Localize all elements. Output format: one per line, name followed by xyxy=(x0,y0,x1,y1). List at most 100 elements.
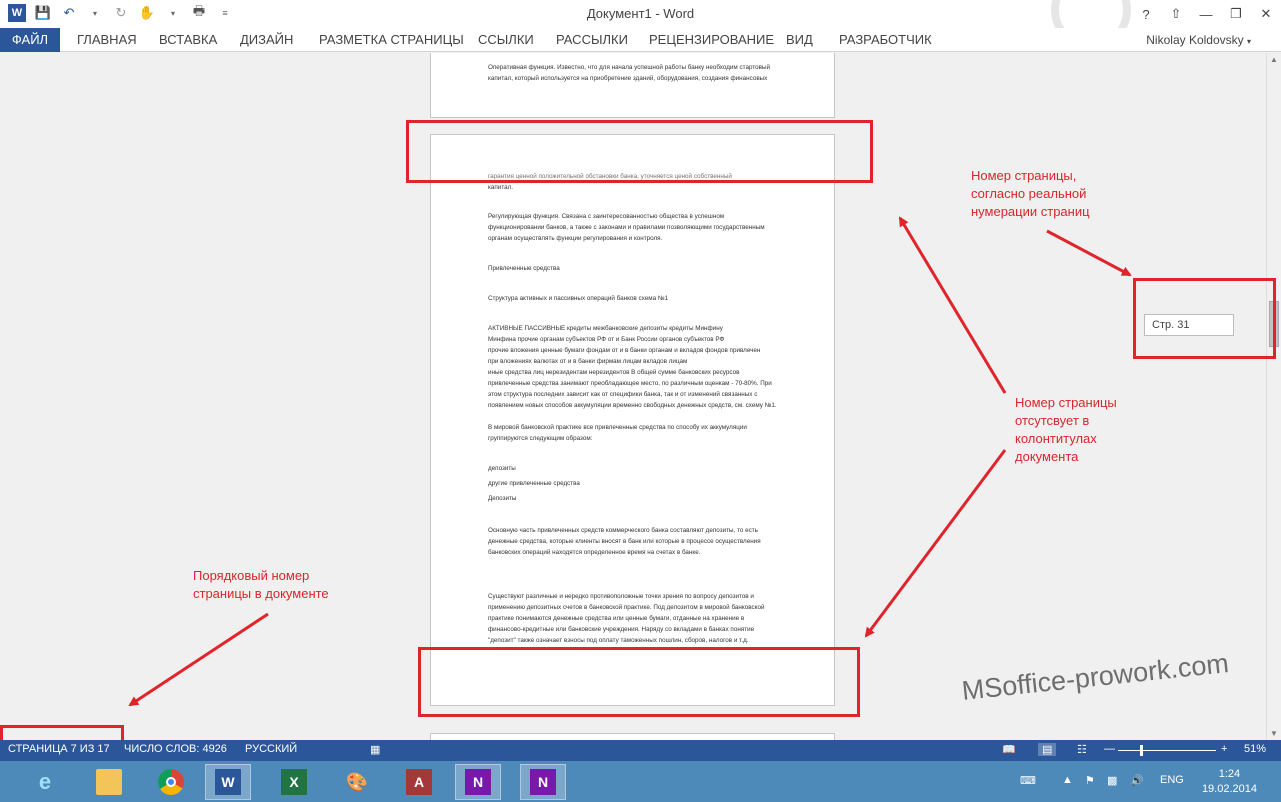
footer-highlight-box xyxy=(418,647,860,717)
tab-references[interactable]: ССЫЛКИ xyxy=(478,28,534,52)
taskbar-excel[interactable]: X xyxy=(271,764,317,800)
restore-button[interactable]: ❐ xyxy=(1221,0,1251,28)
input-language[interactable]: ENG xyxy=(1160,774,1184,786)
paragraph: Оперативная функция. Известно, что для н… xyxy=(488,62,808,84)
page-current[interactable]: гарантия ценной положительной обстановки… xyxy=(430,134,835,706)
user-account[interactable]: Nikolay Koldovsky ▾ xyxy=(1146,33,1251,47)
access-icon: A xyxy=(406,769,432,795)
text-line: Минфина прочие органам субъектов РФ от и… xyxy=(488,336,725,343)
chrome-center-icon xyxy=(166,777,176,787)
note-line: нумерации страниц xyxy=(971,204,1090,219)
network-icon[interactable]: ▩ xyxy=(1107,774,1117,787)
tab-insert[interactable]: ВСТАВКА xyxy=(159,28,217,52)
text-line: другие привлеченные средства xyxy=(488,480,580,487)
text-line: группируются следующим образом: xyxy=(488,435,593,442)
note-line: колонтитулах xyxy=(1015,431,1097,446)
ribbon-tabs: ФАЙЛ ГЛАВНАЯ ВСТАВКА ДИЗАЙН РАЗМЕТКА СТР… xyxy=(0,28,1281,52)
tab-mailings[interactable]: РАССЫЛКИ xyxy=(556,28,628,52)
file-explorer-icon xyxy=(96,769,122,795)
text-line: Оперативная функция. Известно, что для н… xyxy=(488,64,771,71)
scroll-down-icon[interactable]: ▼ xyxy=(1270,729,1278,738)
zoom-in-icon[interactable]: + xyxy=(1221,743,1227,755)
taskbar-onenote-clipper[interactable]: N xyxy=(520,764,566,800)
page-next[interactable] xyxy=(430,733,835,740)
text-line: финансово-кредитные или банковские учреж… xyxy=(488,626,755,633)
zoom-slider-thumb[interactable] xyxy=(1140,745,1143,756)
paragraph: АКТИВНЫЕ ПАССИВНЫЕ кредиты межбанковские… xyxy=(488,323,808,411)
help-button[interactable]: ? xyxy=(1131,0,1161,28)
header-highlight-box xyxy=(406,120,873,183)
action-center-icon[interactable]: ⚑ xyxy=(1085,774,1095,787)
text-line: функционировании банков, а также с закон… xyxy=(488,224,765,231)
status-language[interactable]: РУССКИЙ xyxy=(245,743,297,755)
taskbar-access[interactable]: A xyxy=(396,764,442,800)
page-previous[interactable]: Оперативная функция. Известно, что для н… xyxy=(430,53,835,118)
text-line: органам осуществлять функции регулирован… xyxy=(488,235,663,242)
minimize-button[interactable]: — xyxy=(1191,0,1221,28)
tab-file[interactable]: ФАЙЛ xyxy=(0,28,60,52)
onenote-icon: N xyxy=(465,769,491,795)
keyboard-icon[interactable]: ⌨ xyxy=(1020,774,1036,787)
clock-time: 1:24 xyxy=(1218,768,1241,780)
note-line: Номер страницы xyxy=(1015,395,1117,410)
status-word-count[interactable]: ЧИСЛО СЛОВ: 4926 xyxy=(124,743,227,755)
paragraph: Привлеченные средства xyxy=(488,263,808,274)
text-line: иные средства лиц нерезидентам нерезиден… xyxy=(488,369,740,376)
tooltip-highlight-box xyxy=(1133,278,1276,359)
text-line: денежные средства, которые клиенты внося… xyxy=(488,538,761,545)
system-clock[interactable]: 1:24 19.02.2014 xyxy=(1202,767,1257,797)
note-line: согласно реальной xyxy=(971,186,1087,201)
tab-design[interactable]: ДИЗАЙН xyxy=(240,28,293,52)
taskbar-explorer[interactable] xyxy=(86,764,132,800)
taskbar-onenote[interactable]: N xyxy=(455,764,501,800)
user-dropdown-icon: ▾ xyxy=(1246,37,1251,46)
volume-icon[interactable]: 🔊 xyxy=(1130,774,1144,787)
print-layout-icon[interactable]: ▤ xyxy=(1038,743,1057,756)
zoom-slider[interactable] xyxy=(1118,750,1216,751)
macro-record-icon[interactable]: ▦ xyxy=(370,743,380,756)
tab-home[interactable]: ГЛАВНАЯ xyxy=(77,28,137,52)
ribbon-display-options-icon[interactable]: ⇧ xyxy=(1161,0,1191,28)
taskbar-ie[interactable]: e xyxy=(22,764,68,800)
word-window: { "window": { "title": "Документ1 - Word… xyxy=(0,0,1281,802)
vertical-scrollbar[interactable]: ▲ ▼ xyxy=(1266,53,1281,740)
text-line: Регулирующая функция. Связана с заинтере… xyxy=(488,213,725,220)
zoom-out-icon[interactable]: — xyxy=(1104,743,1115,755)
text-line: капитал, который используется на приобре… xyxy=(488,75,768,82)
tab-developer[interactable]: РАЗРАБОТЧИК xyxy=(839,28,932,52)
paragraph: В мировой банковской практике все привле… xyxy=(488,422,808,444)
note-line: страницы в документе xyxy=(193,586,329,601)
text-line: прочие вложения ценные бумаги фондам от … xyxy=(488,347,761,354)
zoom-level[interactable]: 51% xyxy=(1244,743,1266,755)
text-line: практике понимаются денежные средства ил… xyxy=(488,615,745,622)
close-button[interactable]: ✕ xyxy=(1251,0,1281,28)
tray-expand-icon[interactable]: ▲ xyxy=(1062,774,1073,786)
note-ordinal-page-number: Порядковый номер страницы в документе xyxy=(193,567,329,603)
user-name: Nikolay Koldovsky xyxy=(1146,33,1244,47)
text-line: Депозиты xyxy=(488,495,517,502)
taskbar-chrome[interactable] xyxy=(148,764,194,800)
tab-review[interactable]: РЕЦЕНЗИРОВАНИЕ xyxy=(649,28,774,52)
window-title: Документ1 - Word xyxy=(586,6,695,21)
text-line: Привлеченные средства xyxy=(488,265,560,272)
text-line: Существуют различные и нередко противопо… xyxy=(488,593,754,600)
text-line: привлеченные средства занимают преоблада… xyxy=(488,380,772,387)
paragraph: Основную часть привлеченных средств комм… xyxy=(488,525,808,558)
note-line: Номер страницы, xyxy=(971,168,1077,183)
taskbar-word[interactable]: W xyxy=(205,764,251,800)
text-line: депозиты xyxy=(488,465,516,472)
web-layout-icon[interactable]: ☷ xyxy=(1077,743,1087,756)
excel-icon: X xyxy=(281,769,307,795)
status-page-count[interactable]: СТРАНИЦА 7 ИЗ 17 xyxy=(8,743,110,755)
scroll-up-icon[interactable]: ▲ xyxy=(1270,55,1278,64)
taskbar-paint[interactable]: 🎨 xyxy=(334,764,380,800)
internet-explorer-icon: e xyxy=(38,769,52,794)
tab-view[interactable]: ВИД xyxy=(786,28,813,52)
text-line: В мировой банковской практике все привле… xyxy=(488,424,747,431)
note-line: отсутсвует в xyxy=(1015,413,1090,428)
read-mode-icon[interactable]: 📖 xyxy=(1002,743,1016,756)
text-line: капитал. xyxy=(488,184,514,191)
text-line: Основную часть привлеченных средств комм… xyxy=(488,527,758,534)
tab-page-layout[interactable]: РАЗМЕТКА СТРАНИЦЫ xyxy=(319,28,464,52)
paragraph: Структура активных и пассивных операций … xyxy=(488,293,808,304)
